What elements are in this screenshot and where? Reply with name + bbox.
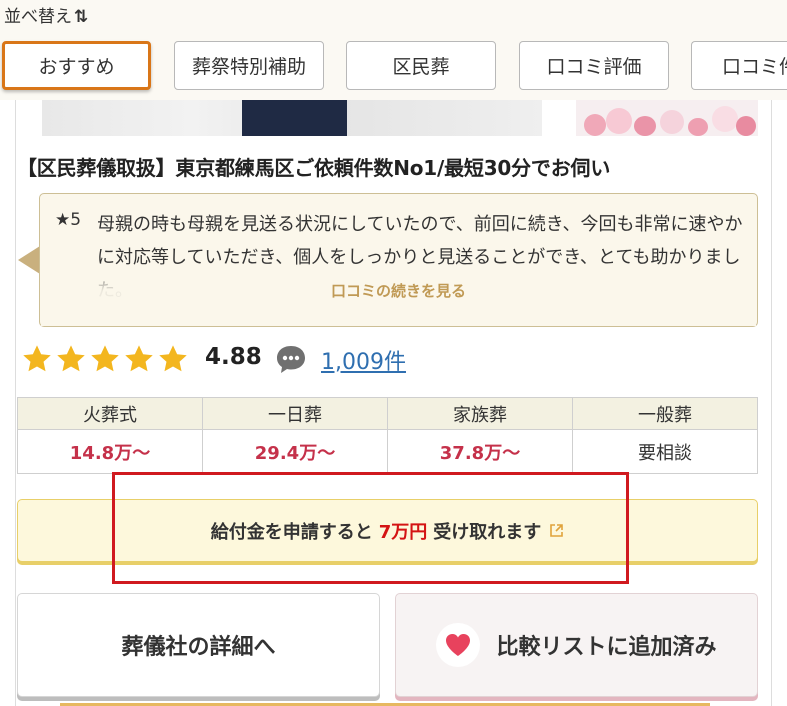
- chip-label: おすすめ: [38, 56, 115, 78]
- rating-stars: [20, 343, 190, 375]
- listing-photo[interactable]: [42, 100, 542, 136]
- chip-label: 葬祭特別補助: [191, 56, 306, 78]
- star-icon: [91, 345, 119, 372]
- funeral-listing-card: 【区民葬儀取扱】東京都練馬区ご依頼件数No1/最短30分でお伺い ★5 母親の時…: [0, 0, 787, 706]
- sort-chip-review-count[interactable]: 口コミ件: [691, 41, 787, 90]
- price-table: 火葬式 一日葬 家族葬 一般葬 14.8万～ 29.4万～ 37.8万～ 要相談: [17, 397, 758, 474]
- compare-list-button[interactable]: 比較リストに追加済み: [395, 593, 758, 697]
- funeral-detail-button[interactable]: 葬儀社の詳細へ: [17, 593, 380, 697]
- price-header: 火葬式: [17, 397, 203, 430]
- heart-icon-wrapper: [436, 623, 481, 667]
- rating-value: 4.88: [205, 344, 262, 370]
- price-value: 29.4万～: [202, 429, 388, 474]
- price-value: 37.8万～: [387, 429, 573, 474]
- listing-photo-flowers[interactable]: [576, 100, 758, 136]
- price-header: 一日葬: [202, 397, 388, 430]
- sort-label: 並べ替え: [4, 7, 72, 27]
- detail-button-label: 葬儀社の詳細へ: [121, 635, 276, 660]
- price-header: 家族葬: [387, 397, 573, 430]
- star-icon: [57, 345, 85, 372]
- price-value: 14.8万～: [17, 429, 203, 474]
- star-icon: [159, 345, 187, 372]
- review-score: ★5: [55, 210, 82, 230]
- star-icon: [125, 345, 153, 372]
- star-icon: [23, 345, 51, 372]
- sort-chip-review-rating[interactable]: 口コミ評価: [519, 41, 669, 90]
- price-table-value-row: 14.8万～ 29.4万～ 37.8万～ 要相談: [17, 429, 758, 474]
- price-value: 要相談: [572, 429, 758, 474]
- compare-button-label: 比較リストに追加済み: [496, 635, 717, 660]
- sort-arrows-icon: ⇅: [74, 7, 89, 27]
- sort-chip-ward-funeral[interactable]: 区民葬: [346, 41, 496, 90]
- review-count-link[interactable]: 1,009件: [321, 344, 406, 376]
- listing-title[interactable]: 【区民葬儀取扱】東京都練馬区ご依頼件数No1/最短30分でお伺い: [17, 152, 610, 181]
- review-pointer: [18, 246, 40, 274]
- card-border-right: [771, 0, 772, 706]
- chip-label: 口コミ件: [722, 56, 787, 78]
- heart-icon: [446, 634, 471, 656]
- chip-label: 区民葬: [392, 56, 450, 78]
- review-snippet[interactable]: ★5 母親の時も母親を見送る状況にしていたので、前回に続き、今回も非常に速やかに…: [39, 193, 758, 327]
- photo-suit-figure: [242, 100, 347, 136]
- review-more-link[interactable]: 口コミの続きを見る: [40, 280, 757, 301]
- sort-chip-special-subsidy[interactable]: 葬祭特別補助: [174, 41, 324, 90]
- highlight-annotation-box: [112, 472, 629, 584]
- price-header: 一般葬: [572, 397, 758, 430]
- sort-label-row: 並べ替え ⇅: [4, 2, 88, 27]
- sort-chip-recommended[interactable]: おすすめ: [2, 41, 151, 90]
- sort-bar: 並べ替え⇅ おすすめ 葬祭特別補助 区民葬 口コミ評価 口コミ件: [0, 0, 787, 100]
- price-table-header-row: 火葬式 一日葬 家族葬 一般葬: [17, 397, 758, 430]
- chip-label: 口コミ評価: [546, 56, 642, 78]
- comment-icon: [277, 346, 305, 373]
- card-border-left: [15, 0, 16, 706]
